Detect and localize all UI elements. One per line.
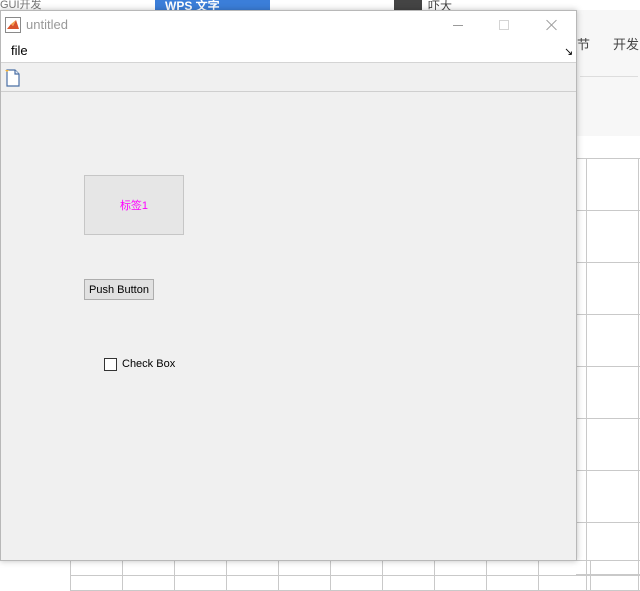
menu-bar: file ↘ <box>1 39 576 63</box>
close-icon <box>546 19 558 31</box>
menu-file[interactable]: file <box>10 43 29 58</box>
minimize-button[interactable] <box>435 11 481 39</box>
toolbar <box>1 64 576 92</box>
new-document-icon[interactable] <box>3 68 23 88</box>
title-bar[interactable]: untitled <box>1 11 576 39</box>
spreadsheet-grid-right <box>576 158 640 591</box>
background-top-left-text: GUI开发 <box>0 0 42 11</box>
expand-arrow-icon[interactable]: ↘ <box>564 45 573 58</box>
spreadsheet-grid-bottom <box>70 560 640 591</box>
matlab-icon <box>5 17 21 33</box>
checkbox-label: Check Box <box>122 358 176 370</box>
minimize-icon <box>453 24 463 26</box>
ribbon-toolbar <box>580 63 638 77</box>
checkbox-box[interactable] <box>104 357 117 371</box>
avatar <box>394 0 422 10</box>
figure-canvas: 标签1 Push Button Check Box <box>1 93 576 560</box>
maximize-icon <box>499 20 509 30</box>
ribbon-tab-jie[interactable]: 节 <box>577 34 590 53</box>
close-button[interactable] <box>529 11 575 39</box>
checkbox[interactable]: Check Box <box>104 356 175 372</box>
static-text-label: 标签1 <box>84 175 184 235</box>
window-title: untitled <box>26 17 68 32</box>
ribbon-tab-kaifa[interactable]: 开发 <box>613 34 639 53</box>
maximize-button[interactable] <box>481 11 527 39</box>
figure-window: untitled file ↘ 标签1 Push Button Check Bo… <box>0 10 577 561</box>
push-button[interactable]: Push Button <box>84 279 154 300</box>
